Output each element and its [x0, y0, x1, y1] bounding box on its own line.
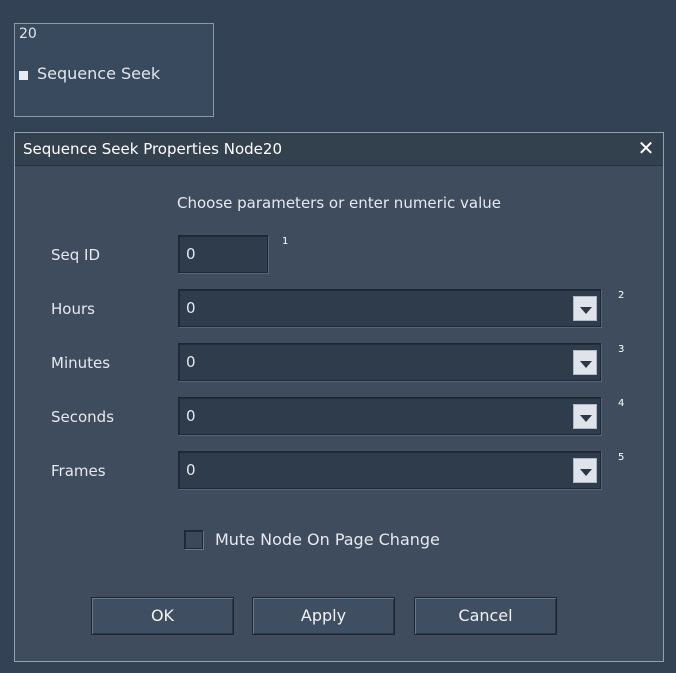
minutes-label: Minutes: [51, 354, 111, 372]
frames-value[interactable]: 0: [186, 461, 196, 479]
frames-dropdown-button[interactable]: [573, 458, 597, 483]
port-icon[interactable]: [19, 71, 28, 80]
node-number: 20: [19, 26, 37, 42]
seconds-index: 4: [618, 398, 625, 409]
chevron-down-icon: [580, 307, 592, 314]
ok-button[interactable]: OK: [91, 597, 234, 635]
chevron-down-icon: [580, 361, 592, 368]
dialog-title: Sequence Seek Properties Node20: [23, 140, 282, 158]
seq-id-label: Seq ID: [51, 246, 101, 264]
properties-dialog: Sequence Seek Properties Node20 ✕ Choose…: [14, 132, 664, 662]
seconds-dropdown-button[interactable]: [573, 404, 597, 429]
hours-dropdown-button[interactable]: [573, 296, 597, 321]
cancel-button[interactable]: Cancel: [414, 597, 557, 635]
minutes-value[interactable]: 0: [186, 353, 196, 371]
seq-id-input[interactable]: 0: [178, 235, 268, 273]
mute-checkbox[interactable]: [184, 530, 203, 549]
chevron-down-icon: [580, 415, 592, 422]
chevron-down-icon: [580, 469, 592, 476]
hours-value[interactable]: 0: [186, 299, 196, 317]
instruction-text: Choose parameters or enter numeric value: [177, 194, 501, 212]
minutes-index: 3: [618, 344, 625, 355]
minutes-dropdown-button[interactable]: [573, 350, 597, 375]
hours-label: Hours: [51, 300, 95, 318]
frames-label: Frames: [51, 462, 106, 480]
hours-combo[interactable]: 0: [178, 289, 601, 327]
frames-index: 5: [618, 452, 625, 463]
frames-combo[interactable]: 0: [178, 451, 601, 489]
seconds-combo[interactable]: 0: [178, 397, 601, 435]
node-box[interactable]: 20 Sequence Seek: [14, 23, 214, 117]
dialog-titlebar[interactable]: Sequence Seek Properties Node20 ✕: [15, 133, 663, 166]
hours-index: 2: [618, 290, 625, 301]
seconds-label: Seconds: [51, 408, 115, 426]
mute-checkbox-label[interactable]: Mute Node On Page Change: [215, 530, 440, 549]
apply-button[interactable]: Apply: [252, 597, 395, 635]
close-icon[interactable]: ✕: [635, 137, 657, 159]
seconds-value[interactable]: 0: [186, 407, 196, 425]
node-label: Sequence Seek: [37, 64, 161, 83]
minutes-combo[interactable]: 0: [178, 343, 601, 381]
seq-id-index: 1: [282, 236, 289, 247]
